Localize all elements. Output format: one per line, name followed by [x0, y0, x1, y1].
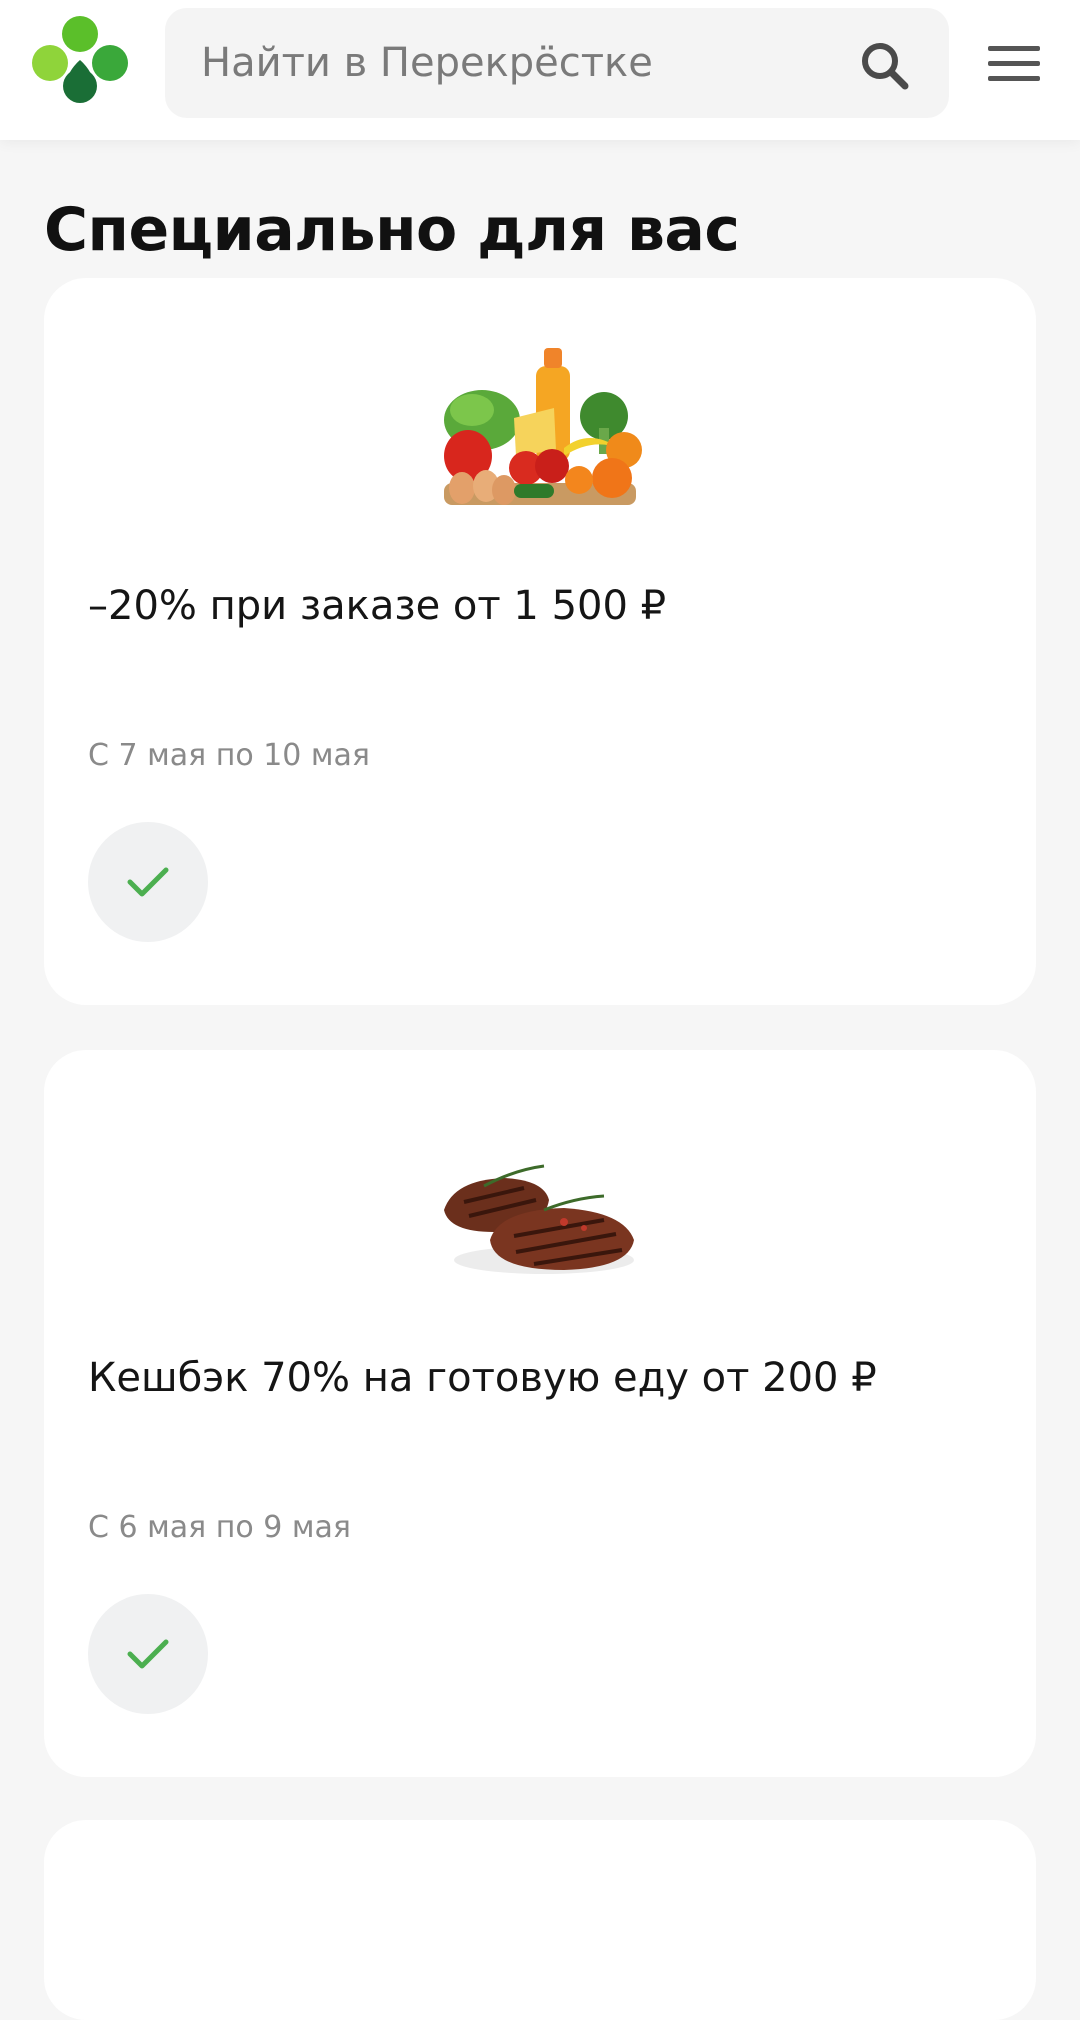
check-icon: [127, 867, 169, 897]
activate-offer-button[interactable]: [88, 822, 208, 942]
offer-dates: С 6 мая по 9 мая: [88, 1510, 351, 1545]
offer-title: Кешбэк 70% на готовую еду от 200 ₽: [88, 1355, 877, 1401]
steaks-image: [44, 1110, 1036, 1274]
search-icon[interactable]: [860, 41, 910, 91]
search-bar[interactable]: [165, 8, 949, 118]
offer-card[interactable]: [44, 1820, 1036, 2020]
groceries-image: [44, 338, 1036, 505]
section-title: Специально для вас: [44, 195, 740, 265]
header: [0, 0, 1080, 140]
hamburger-menu-icon[interactable]: [988, 44, 1040, 84]
offer-title: –20% при заказе от 1 500 ₽: [88, 583, 667, 629]
offer-card[interactable]: Кешбэк 70% на готовую еду от 200 ₽ С 6 м…: [44, 1050, 1036, 1777]
search-input[interactable]: [201, 8, 821, 118]
check-icon: [127, 1639, 169, 1669]
clover-logo-icon[interactable]: [30, 14, 130, 112]
activate-offer-button[interactable]: [88, 1594, 208, 1714]
offer-dates: С 7 мая по 10 мая: [88, 738, 370, 773]
offer-card[interactable]: –20% при заказе от 1 500 ₽ С 7 мая по 10…: [44, 278, 1036, 1005]
